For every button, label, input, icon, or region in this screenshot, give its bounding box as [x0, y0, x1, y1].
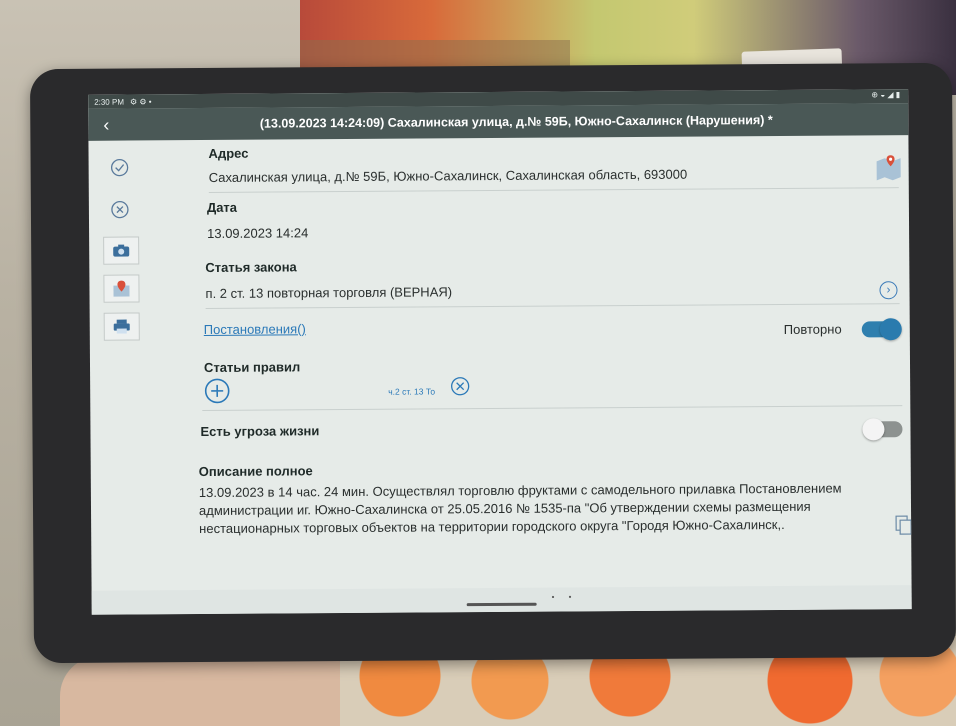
remove-circle-icon [451, 377, 470, 396]
print-button[interactable] [103, 312, 140, 341]
confirm-button[interactable] [103, 154, 137, 180]
divider [208, 187, 899, 193]
repeat-label: Повторно [783, 321, 842, 337]
camera-button[interactable] [103, 236, 140, 265]
map-icon[interactable] [875, 153, 903, 186]
toggle-knob [862, 418, 885, 441]
page-title: (13.09.2023 14:24:09) Сахалинская улица,… [259, 113, 773, 131]
background-hand [60, 656, 360, 726]
description-label: Описание полное [198, 463, 313, 480]
app-screen: 2:30 PM ⚙ ⚙ • ⊕ ◒ ◢ ▮ ‹ (13.09.2023 14:2… [88, 89, 912, 615]
toggle-knob [879, 318, 902, 341]
chevron-right-icon[interactable]: › [879, 281, 898, 300]
camera-icon [113, 244, 130, 257]
divider [202, 405, 903, 412]
add-circle-icon [204, 378, 230, 404]
threat-toggle[interactable] [862, 418, 903, 441]
location-button[interactable] [103, 274, 140, 303]
date-label: Дата [206, 199, 238, 215]
close-circle-icon [111, 200, 129, 219]
back-button[interactable]: ‹ [88, 114, 124, 135]
description-value[interactable]: 13.09.2023 в 14 час. 24 мин. Осуществлял… [199, 479, 899, 538]
status-indicators: ⊕ ◒ ◢ ▮ [871, 90, 901, 100]
home-handle[interactable] [466, 602, 537, 607]
system-nav-bar: • • [91, 585, 912, 615]
add-rule-button[interactable] [204, 378, 230, 409]
form-content: Адрес Сахалинская улица, д.№ 59Б, Южно-С… [154, 135, 912, 614]
check-circle-icon [110, 158, 129, 177]
page-indicator: • • [551, 592, 578, 602]
decrees-link[interactable]: Постановления() [204, 321, 306, 337]
printer-icon [113, 319, 130, 334]
rule-chip[interactable]: ч.2 ст. 13 То [388, 386, 435, 396]
map-pin-icon [113, 280, 130, 297]
status-time: 2:30 PM [94, 97, 124, 107]
rules-label: Статьи правил [203, 359, 301, 376]
law-value[interactable]: п. 2 ст. 13 повторная торговля (ВЕРНАЯ) [205, 284, 452, 301]
address-value[interactable]: Сахалинская улица, д.№ 59Б, Южно-Сахалин… [209, 167, 688, 185]
threat-label: Есть угроза жизни [200, 423, 320, 440]
copy-document-icon[interactable] [895, 515, 912, 540]
sidebar [88, 140, 151, 614]
date-value[interactable]: 13.09.2023 14:24 [207, 225, 308, 241]
law-label: Статья закона [205, 259, 297, 276]
tablet-frame: 2:30 PM ⚙ ⚙ • ⊕ ◒ ◢ ▮ ‹ (13.09.2023 14:2… [29, 62, 956, 664]
address-label: Адрес [208, 145, 249, 161]
settings-icon: ⚙ ⚙ • [129, 96, 152, 107]
divider [205, 303, 900, 310]
remove-rule-button[interactable] [450, 376, 470, 401]
repeat-toggle[interactable] [861, 318, 902, 341]
cancel-button[interactable] [103, 196, 137, 222]
